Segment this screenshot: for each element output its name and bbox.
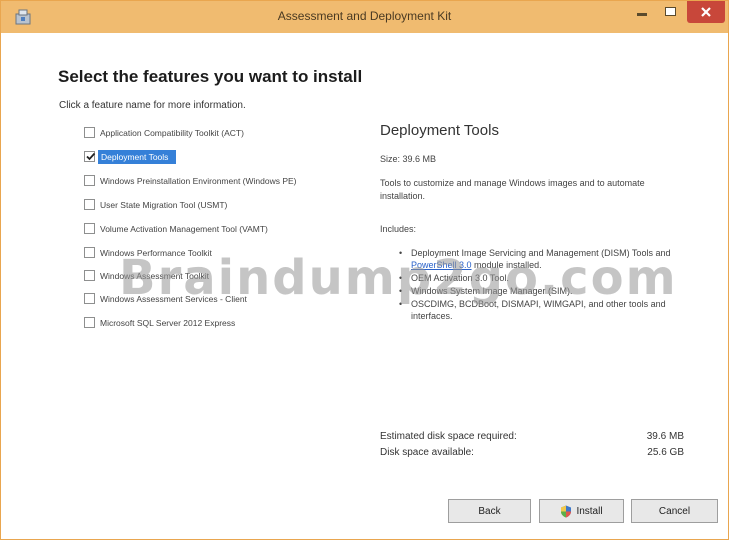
feature-item[interactable]: Volume Activation Management Tool (VAMT) xyxy=(84,219,268,238)
feature-item[interactable]: Windows Preinstallation Environment (Win… xyxy=(84,171,297,190)
page-subtitle: Click a feature name for more informatio… xyxy=(59,100,246,111)
feature-checkbox[interactable] xyxy=(84,175,95,186)
disk-available-value: 25.6 GB xyxy=(647,447,684,458)
feature-label[interactable]: Volume Activation Management Tool (VAMT) xyxy=(100,224,268,234)
uac-shield-icon xyxy=(561,505,572,517)
maximize-button[interactable] xyxy=(657,1,685,23)
feature-checkbox[interactable] xyxy=(84,270,95,281)
feature-item[interactable]: Deployment Tools xyxy=(84,147,177,166)
minimize-button[interactable] xyxy=(628,1,656,23)
feature-label[interactable]: Windows Preinstallation Environment (Win… xyxy=(100,176,297,186)
feature-item[interactable]: Application Compatibility Toolkit (ACT) xyxy=(84,123,244,142)
feature-checkbox[interactable] xyxy=(84,151,96,162)
includes-label: Includes: xyxy=(380,224,417,234)
feature-item[interactable]: Microsoft SQL Server 2012 Express xyxy=(84,313,235,332)
disk-required-row: Estimated disk space required: 39.6 MB xyxy=(380,431,684,442)
checkmark-icon xyxy=(86,152,96,161)
installer-window: Assessment and Deployment Kit Select the… xyxy=(0,0,729,540)
window-title: Assessment and Deployment Kit xyxy=(277,9,452,23)
feature-checkbox[interactable] xyxy=(84,223,95,234)
content-area: Select the features you want to install … xyxy=(1,33,728,539)
disk-available-label: Disk space available: xyxy=(380,447,474,458)
watermark: Braindump2go.com xyxy=(119,250,678,306)
disk-required-label: Estimated disk space required: xyxy=(380,431,517,442)
back-button[interactable]: Back xyxy=(448,499,531,523)
cancel-button[interactable]: Cancel xyxy=(631,499,718,523)
feature-label[interactable]: Deployment Tools xyxy=(98,149,177,164)
feature-checkbox[interactable] xyxy=(84,127,95,138)
details-title: Deployment Tools xyxy=(380,122,499,139)
feature-label[interactable]: User State Migration Tool (USMT) xyxy=(100,200,227,210)
feature-checkbox[interactable] xyxy=(84,317,95,328)
page-title: Select the features you want to install xyxy=(58,67,363,86)
close-icon xyxy=(701,7,711,17)
disk-required-value: 39.6 MB xyxy=(646,431,684,442)
details-description: Tools to customize and manage Windows im… xyxy=(380,178,645,201)
details-size: Size: 39.6 MB xyxy=(380,154,437,164)
feature-checkbox[interactable] xyxy=(84,199,95,210)
feature-label[interactable]: Microsoft SQL Server 2012 Express xyxy=(100,318,235,328)
feature-checkbox[interactable] xyxy=(84,293,95,304)
install-button[interactable]: Install xyxy=(539,499,624,523)
disk-available-row: Disk space available: 25.6 GB xyxy=(380,447,684,458)
feature-label[interactable]: Application Compatibility Toolkit (ACT) xyxy=(100,128,244,138)
feature-checkbox[interactable] xyxy=(84,247,95,258)
feature-item[interactable]: User State Migration Tool (USMT) xyxy=(84,195,227,214)
title-bar[interactable]: Assessment and Deployment Kit xyxy=(1,1,728,33)
close-button[interactable] xyxy=(687,1,725,23)
